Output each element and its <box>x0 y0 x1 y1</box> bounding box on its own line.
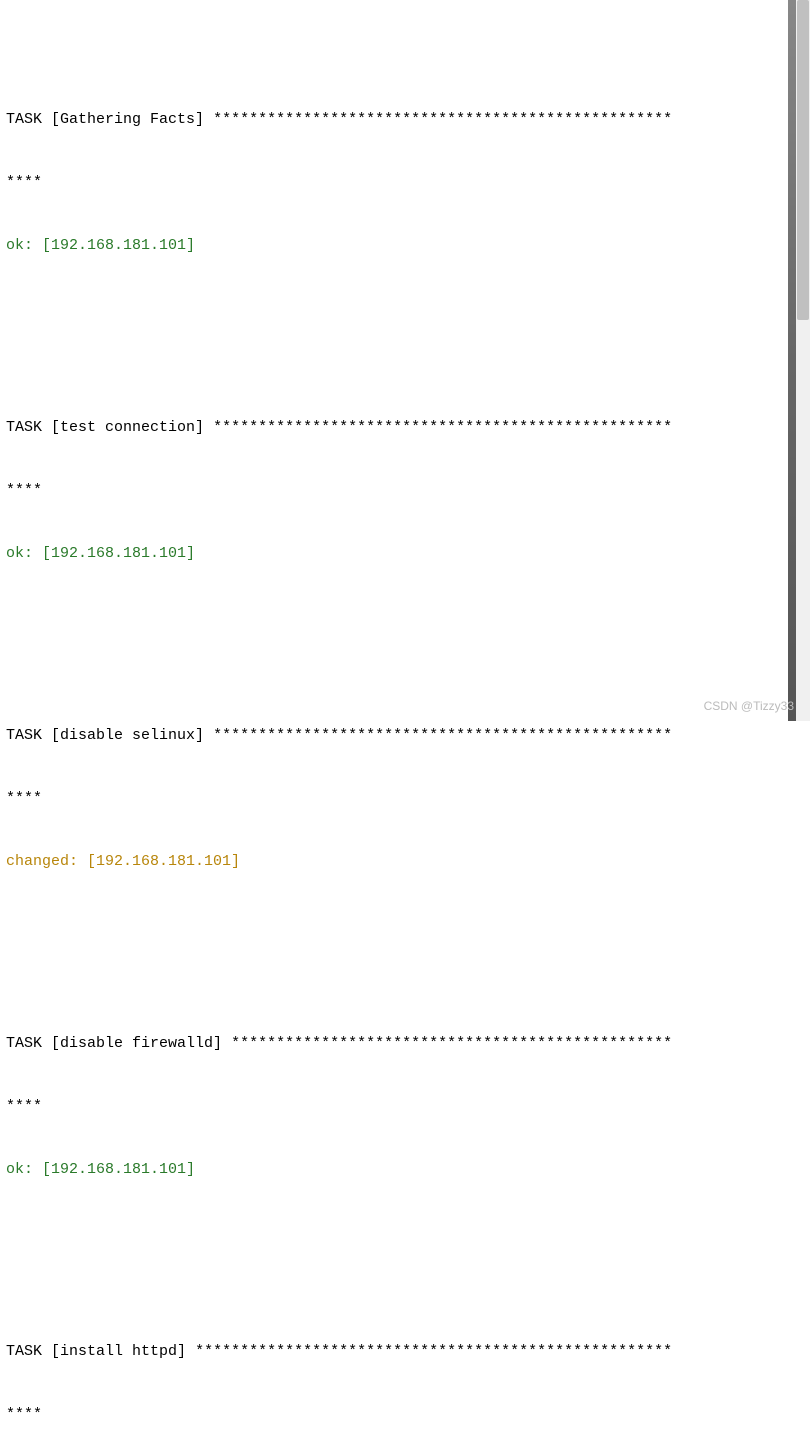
task-stars-wrap: **** <box>6 788 786 809</box>
task-suffix: ] <box>177 1343 195 1360</box>
task-stars: ****************************************… <box>195 1343 672 1360</box>
task-stars-wrap: **** <box>6 480 786 501</box>
status-host: 192.168.181.101 <box>51 1161 186 1178</box>
status-prefix: ok: [ <box>6 1161 51 1178</box>
task-stars: ****************************************… <box>213 111 672 128</box>
task-block-2: TASK [disable selinux] *****************… <box>6 683 786 914</box>
window-edge <box>788 0 796 721</box>
watermark: CSDN @Tizzy33 <box>704 698 794 715</box>
task-name: install httpd <box>60 1343 177 1360</box>
task-prefix: TASK [ <box>6 727 60 744</box>
task-prefix: TASK [ <box>6 1343 60 1360</box>
status-prefix: changed: [ <box>6 853 96 870</box>
status-prefix: ok: [ <box>6 237 51 254</box>
status-suffix: ] <box>186 545 195 562</box>
task-prefix: TASK [ <box>6 1035 60 1052</box>
status-suffix: ] <box>186 237 195 254</box>
task-name: disable firewalld <box>60 1035 213 1052</box>
task-suffix: ] <box>195 727 213 744</box>
task-suffix: ] <box>195 419 213 436</box>
task-stars-wrap: **** <box>6 1096 786 1117</box>
task-name: disable selinux <box>60 727 195 744</box>
task-stars: ****************************************… <box>213 727 672 744</box>
task-suffix: ] <box>213 1035 231 1052</box>
task-status-line: ok: [192.168.181.101] <box>6 543 786 564</box>
task-name: test connection <box>60 419 195 436</box>
task-stars-wrap: **** <box>6 1404 786 1425</box>
task-status-line: ok: [192.168.181.101] <box>6 235 786 256</box>
task-stars: ****************************************… <box>213 419 672 436</box>
task-block-0: TASK [Gathering Facts] *****************… <box>6 67 786 298</box>
status-host: 192.168.181.101 <box>96 853 231 870</box>
task-block-1: TASK [test connection] *****************… <box>6 375 786 606</box>
task-block-3: TASK [disable firewalld] ***************… <box>6 991 786 1222</box>
task-header: TASK [disable selinux] *****************… <box>6 725 786 746</box>
task-name: Gathering Facts <box>60 111 195 128</box>
task-prefix: TASK [ <box>6 111 60 128</box>
task-stars: ****************************************… <box>231 1035 672 1052</box>
task-status-line: ok: [192.168.181.101] <box>6 1159 786 1180</box>
task-block-4: TASK [install httpd] *******************… <box>6 1299 786 1442</box>
scrollbar-thumb[interactable] <box>797 0 809 320</box>
terminal-output: TASK [Gathering Facts] *****************… <box>6 4 786 1442</box>
status-suffix: ] <box>186 1161 195 1178</box>
status-host: 192.168.181.101 <box>51 237 186 254</box>
task-header: TASK [test connection] *****************… <box>6 417 786 438</box>
task-suffix: ] <box>195 111 213 128</box>
task-header: TASK [install httpd] *******************… <box>6 1341 786 1362</box>
task-header: TASK [disable firewalld] ***************… <box>6 1033 786 1054</box>
scrollbar-track[interactable] <box>796 0 810 721</box>
status-suffix: ] <box>231 853 240 870</box>
task-header: TASK [Gathering Facts] *****************… <box>6 109 786 130</box>
task-stars-wrap: **** <box>6 172 786 193</box>
task-status-line: changed: [192.168.181.101] <box>6 851 786 872</box>
task-prefix: TASK [ <box>6 419 60 436</box>
status-prefix: ok: [ <box>6 545 51 562</box>
status-host: 192.168.181.101 <box>51 545 186 562</box>
